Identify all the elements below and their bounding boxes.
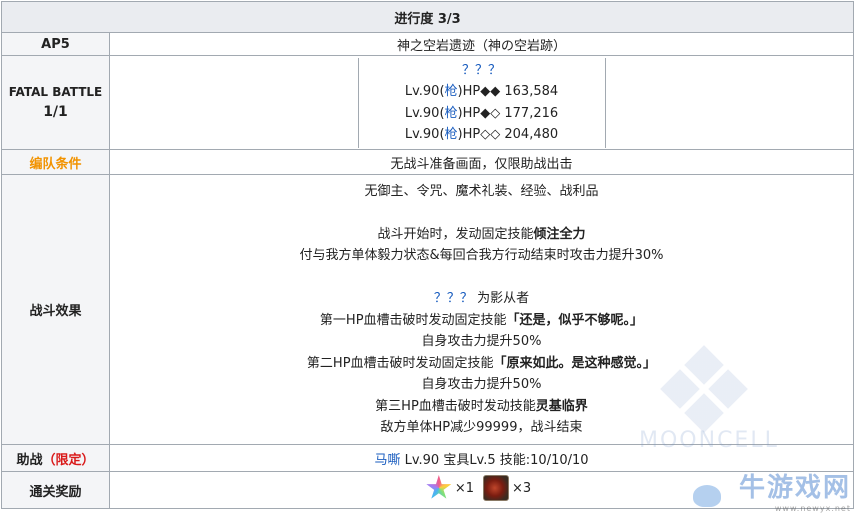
effect-line: 自身攻击力提升50% — [421, 377, 542, 392]
effect-line: 无御主、令咒、魔术礼装、经验、战利品 — [364, 183, 599, 199]
skill-name: 「还是，似乎不够呢。」 — [506, 312, 644, 328]
support-servant-link[interactable]: 马嘶 — [374, 453, 400, 468]
effect-line: 第三HP血槽击破时发动技能灵基临界 — [375, 398, 588, 414]
fatal-battle-label: FATAL BATTLE 1/1 — [1, 55, 110, 150]
enemy-hp-3: Lv.90(枪)HP◇◇ 204,480 — [404, 127, 559, 142]
rewards-label: 通关奖励 — [1, 471, 110, 509]
enemy-box: ？？？ Lv.90(枪)HP◆◆ 163,584 Lv.90(枪)HP◆◇ 17… — [357, 57, 606, 148]
limited-tag: （限定） — [42, 452, 95, 468]
material-icon[interactable] — [483, 475, 509, 501]
shadow-servant-link[interactable]: ？？？ — [434, 291, 473, 306]
support-row: 助战（限定） 马嘶 Lv.90 宝具Lv.5 技能:10/10/10 — [1, 444, 854, 472]
support-details: 马嘶 Lv.90 宝具Lv.5 技能:10/10/10 — [109, 444, 854, 472]
effect-line: 第一HP血槽击破时发动固定技能「还是，似乎不够呢。」 — [319, 312, 644, 328]
formation-text: 无战斗准备画面，仅限助战出击 — [109, 149, 854, 175]
quest-table: 进行度 3/3 AP5 神之空岩遗迹（神の空岩跡） FATAL BATTLE 1… — [1, 1, 854, 509]
formation-label: 编队条件 — [1, 149, 110, 175]
skill-name: 「原来如此。是这种感觉。」 — [493, 355, 657, 371]
enemy-class-link[interactable]: 枪 — [445, 84, 458, 99]
enemy-cell: ？？？ Lv.90(枪)HP◆◆ 163,584 Lv.90(枪)HP◆◇ 17… — [109, 55, 854, 150]
effect-line: 自身攻击力提升50% — [421, 334, 542, 349]
reward-qty: ×3 — [512, 480, 532, 496]
effects-label: 战斗效果 — [1, 174, 110, 445]
skill-name: 灵基临界 — [535, 398, 588, 414]
progress-header: 进行度 3/3 — [1, 1, 854, 33]
effect-line: 第二HP血槽击破时发动固定技能「原来如此。是这种感觉。」 — [306, 355, 657, 371]
fatal-battle-title: FATAL BATTLE — [8, 84, 103, 99]
fatal-battle-count: 1/1 — [43, 103, 68, 120]
effects-cell: 无御主、令咒、魔术礼装、经验、战利品 战斗开始时，发动固定技能倾注全力 付与我方… — [109, 174, 854, 445]
fatal-battle-row: FATAL BATTLE 1/1 ？？？ Lv.90(枪)HP◆◆ 163,58… — [1, 55, 854, 150]
effects-row: 战斗效果 无御主、令咒、魔术礼装、经验、战利品 战斗开始时，发动固定技能倾注全力… — [1, 174, 854, 445]
enemy-hp-2: Lv.90(枪)HP◆◇ 177,216 — [404, 105, 559, 121]
reward-item: ×1 ×3 — [426, 475, 537, 501]
ap-label: AP5 — [1, 32, 110, 56]
effect-line: 敌方单体HP减少99999，战斗结束 — [380, 420, 583, 435]
quest-name: 神之空岩遗迹（神の空岩跡） — [109, 32, 854, 56]
enemy-class-link[interactable]: 枪 — [445, 106, 458, 121]
rewards-cell: ×1 ×3 — [109, 471, 854, 509]
effect-line: 战斗开始时，发动固定技能倾注全力 — [377, 226, 586, 242]
saint-quartz-icon[interactable] — [426, 475, 452, 499]
enemy-name[interactable]: ？？？ — [359, 60, 605, 82]
effect-line: ？？？ 为影从者 — [433, 291, 530, 306]
support-label: 助战（限定） — [1, 444, 110, 472]
progress-row: 进行度 3/3 — [1, 1, 854, 33]
reward-qty: ×1 — [454, 480, 474, 496]
ap-row: AP5 神之空岩遗迹（神の空岩跡） — [1, 32, 854, 56]
formation-row: 编队条件 无战斗准备画面，仅限助战出击 — [1, 149, 854, 175]
enemy-hp-1: Lv.90(枪)HP◆◆ 163,584 — [404, 84, 559, 99]
enemy-class-link[interactable]: 枪 — [445, 127, 458, 142]
rewards-row: 通关奖励 ×1 ×3 — [1, 471, 854, 509]
effect-line: 付与我方单体毅力状态&每回合我方行动结束时攻击力提升30% — [299, 248, 664, 263]
skill-name: 倾注全力 — [533, 226, 586, 242]
